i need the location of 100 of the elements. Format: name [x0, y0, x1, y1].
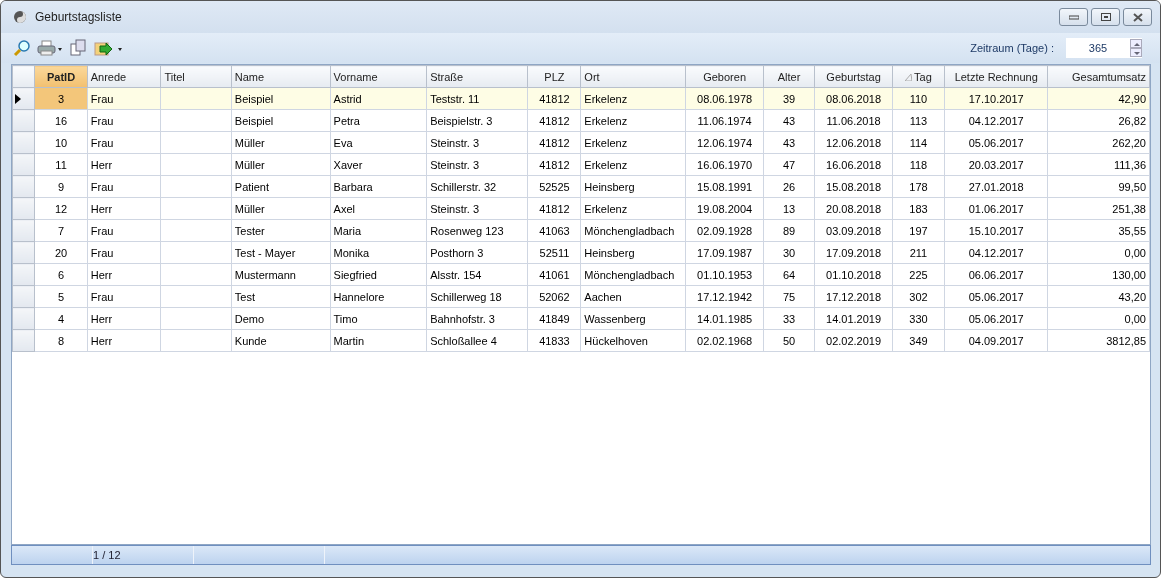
table-cell: Mustermann: [231, 263, 331, 286]
copy-icon[interactable]: [69, 39, 87, 57]
table-cell: 35,55: [1047, 219, 1150, 242]
column-header[interactable]: Titel: [160, 65, 232, 88]
column-header[interactable]: Geburtstag: [814, 65, 893, 88]
close-button[interactable]: [1123, 8, 1152, 26]
table-cell: 16.06.1970: [685, 153, 764, 176]
table-cell: Kunde: [231, 329, 331, 352]
table-cell: Axel: [330, 197, 427, 220]
column-header[interactable]: Anrede: [87, 65, 161, 88]
table-cell: Maria: [330, 219, 427, 242]
table-cell: 20: [34, 241, 88, 264]
column-header[interactable]: PatID: [34, 65, 88, 88]
table-cell: Herr: [87, 197, 161, 220]
column-header[interactable]: Gesamtumsatz: [1047, 65, 1150, 88]
column-header[interactable]: PLZ: [528, 65, 581, 88]
column-header[interactable]: Ort: [580, 65, 686, 88]
table-cell: 41812: [528, 131, 581, 154]
table-cell: 50: [763, 329, 815, 352]
table-cell: 05.06.2017: [944, 131, 1048, 154]
table-cell: Herr: [87, 307, 161, 330]
table-cell: Heinsberg: [580, 175, 686, 198]
table-cell: Müller: [231, 131, 331, 154]
table-cell: 9: [34, 175, 88, 198]
table-cell: Schillerstr. 32: [426, 175, 528, 198]
period-spinner[interactable]: 365: [1066, 38, 1142, 58]
table-cell: 20.08.2018: [814, 197, 893, 220]
column-header[interactable]: Alter: [763, 65, 815, 88]
app-icon: [13, 10, 27, 24]
printer-icon[interactable]: [37, 39, 63, 57]
table-cell: Steinstr. 3: [426, 153, 528, 176]
sort-icon: [905, 73, 913, 81]
table-cell: Frau: [87, 109, 161, 132]
column-header[interactable]: Geboren: [685, 65, 764, 88]
table-cell: 41812: [528, 109, 581, 132]
table-cell: 225: [892, 263, 945, 286]
table-cell: Monika: [330, 241, 427, 264]
table-cell: 01.06.2017: [944, 197, 1048, 220]
table-cell: 130,00: [1047, 263, 1150, 286]
maximize-button[interactable]: [1091, 8, 1120, 26]
table-cell: 16: [34, 109, 88, 132]
table-cell: Martin: [330, 329, 427, 352]
table-cell: 13: [763, 197, 815, 220]
column-header[interactable]: Letzte Rechnung: [944, 65, 1048, 88]
table-cell: 14.01.2019: [814, 307, 893, 330]
table-cell: 302: [892, 285, 945, 308]
table-cell: 12.06.2018: [814, 131, 893, 154]
table-cell: Erkelenz: [580, 197, 686, 220]
table-cell: Aachen: [580, 285, 686, 308]
table-cell: 01.10.2018: [814, 263, 893, 286]
table-cell: 06.06.2017: [944, 263, 1048, 286]
table-cell: Frau: [87, 219, 161, 242]
table-cell: Steinstr. 3: [426, 131, 528, 154]
table-cell: 41833: [528, 329, 581, 352]
table-cell: Erkelenz: [580, 153, 686, 176]
table-cell: 41063: [528, 219, 581, 242]
table-cell: 41812: [528, 153, 581, 176]
table-cell: 43: [763, 109, 815, 132]
table-cell: 11.06.2018: [814, 109, 893, 132]
row-header[interactable]: [12, 87, 35, 110]
table-cell: 17.09.1987: [685, 241, 764, 264]
table-cell: 03.09.2018: [814, 219, 893, 242]
table-cell: 05.06.2017: [944, 307, 1048, 330]
table-cell: 262,20: [1047, 131, 1150, 154]
table-cell: 41849: [528, 307, 581, 330]
table-cell: 12: [34, 197, 88, 220]
table-cell: 183: [892, 197, 945, 220]
table-cell: 52525: [528, 175, 581, 198]
table-cell: Frau: [87, 285, 161, 308]
table-cell: 02.02.2019: [814, 329, 893, 352]
search-icon[interactable]: [13, 39, 31, 57]
column-header[interactable]: Vorname: [330, 65, 427, 88]
table-cell: Herr: [87, 153, 161, 176]
column-header[interactable]: Straße: [426, 65, 528, 88]
table-cell: Erkelenz: [580, 131, 686, 154]
table-cell: 20.03.2017: [944, 153, 1048, 176]
table-cell: 26: [763, 175, 815, 198]
table-cell: 01.10.1953: [685, 263, 764, 286]
table-cell: 04.12.2017: [944, 109, 1048, 132]
table-cell: Test - Mayer: [231, 241, 331, 264]
table-cell: 197: [892, 219, 945, 242]
column-header[interactable]: Tag: [892, 65, 945, 88]
column-header[interactable]: Name: [231, 65, 331, 88]
export-icon[interactable]: [93, 39, 123, 57]
table-cell: 5: [34, 285, 88, 308]
period-label: Zeitraum (Tage) :: [970, 42, 1054, 54]
table-cell: 04.09.2017: [944, 329, 1048, 352]
minimize-icon: [1068, 14, 1079, 20]
table-cell: 111,36: [1047, 153, 1150, 176]
table-cell: Xaver: [330, 153, 427, 176]
table-cell: 114: [892, 131, 945, 154]
table-cell: Herr: [87, 263, 161, 286]
table-cell: 17.12.1942: [685, 285, 764, 308]
table-cell: 330: [892, 307, 945, 330]
current-row-icon: [15, 93, 21, 104]
table-cell: Wassenberg: [580, 307, 686, 330]
table-cell: 05.06.2017: [944, 285, 1048, 308]
table-cell: Herr: [87, 329, 161, 352]
table-cell: 27.01.2018: [944, 175, 1048, 198]
table-cell: 15.08.2018: [814, 175, 893, 198]
